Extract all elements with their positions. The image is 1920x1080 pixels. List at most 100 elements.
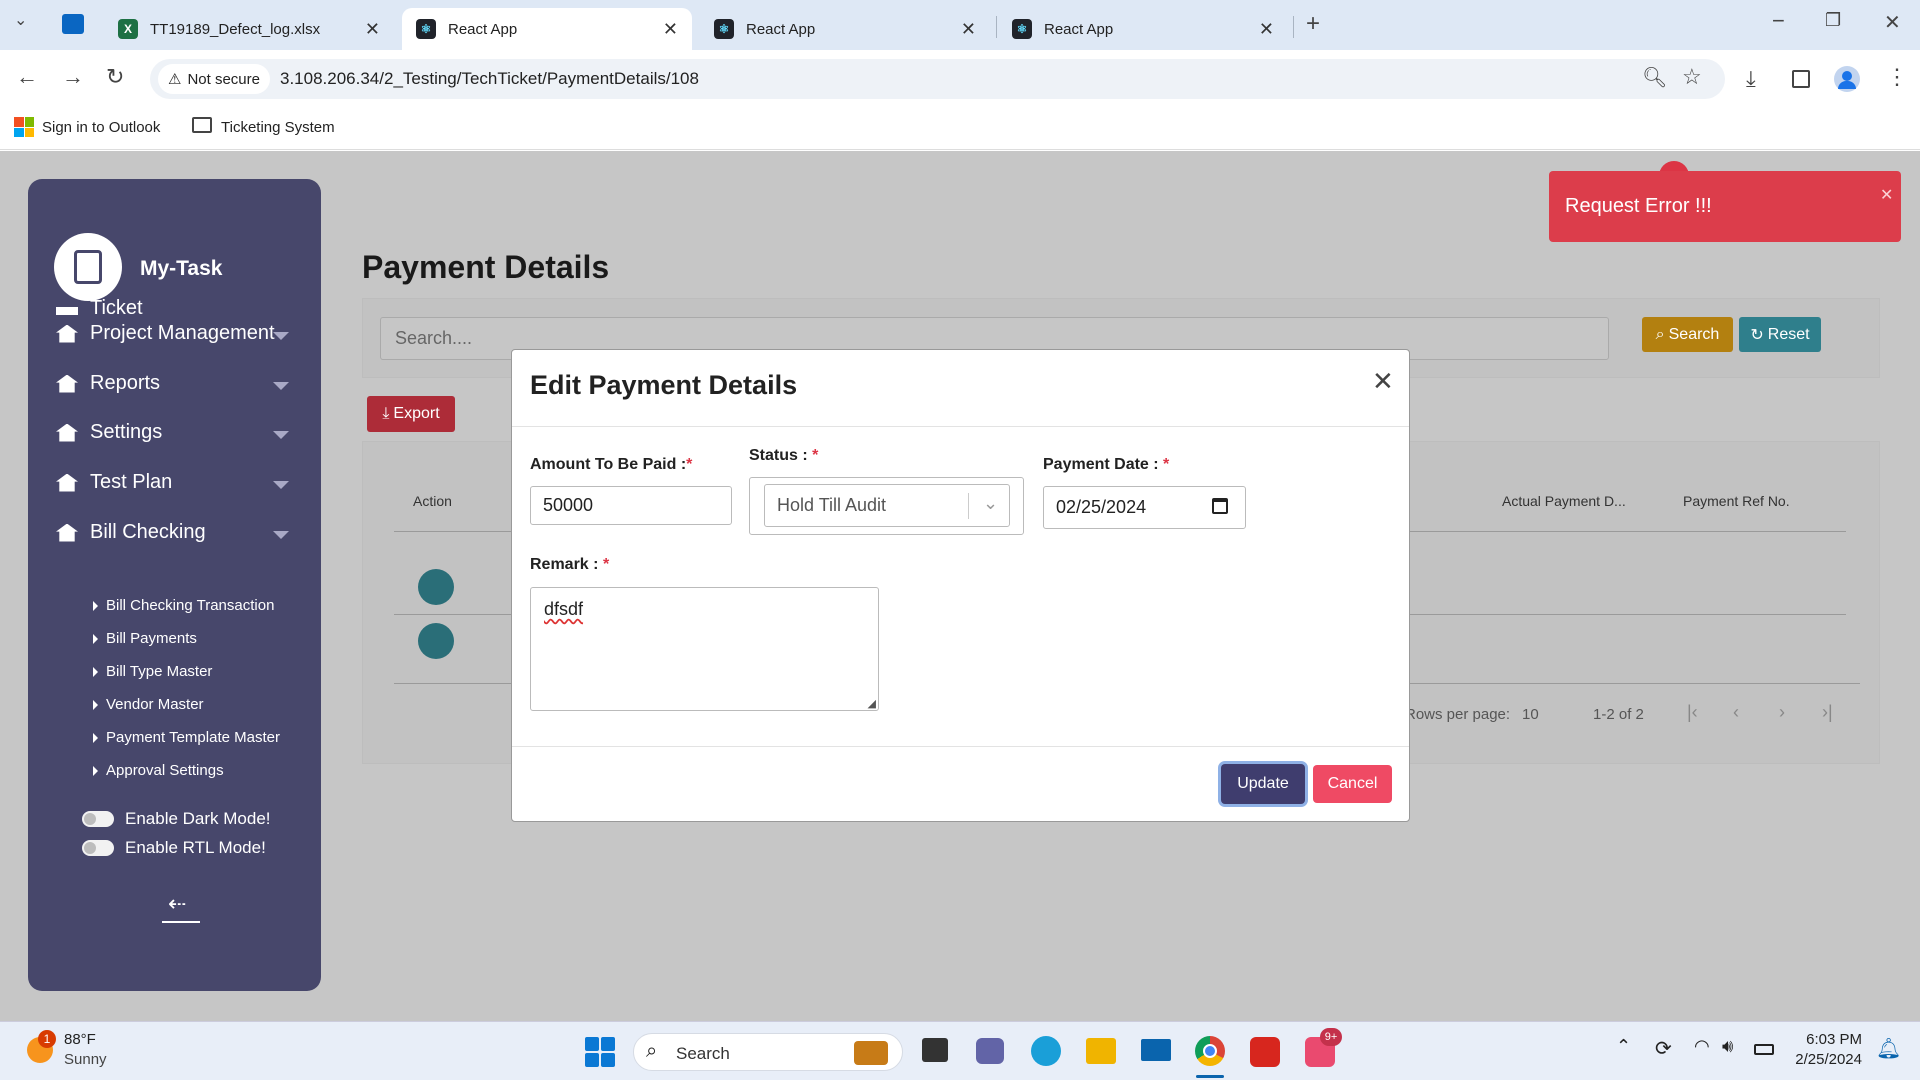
chevron-down-icon [273, 531, 289, 539]
edge-icon[interactable] [1031, 1036, 1061, 1066]
windows-taskbar: 1 88°F Sunny ⌕ Search 9+ ⌃ ⟳ ◠ 🔊︎ 6:03 P… [0, 1021, 1920, 1080]
tab-react-app-2[interactable]: ⚛ React App ✕ [700, 8, 990, 50]
reload-icon[interactable]: ↻ [106, 64, 124, 90]
windows-start-icon[interactable] [585, 1037, 615, 1067]
minimize-icon[interactable]: − [1772, 8, 1785, 34]
toast-close-icon[interactable]: ✕ [1880, 185, 1893, 205]
subitem-vendor-master[interactable]: Vendor Master [93, 696, 204, 713]
sidebar-item-bill-checking[interactable]: Bill Checking [56, 521, 206, 544]
tab-close-icon[interactable]: ✕ [365, 19, 380, 40]
tab-title: TT19189_Defect_log.xlsx [150, 20, 321, 38]
taskbar-search-label: Search [676, 1044, 730, 1063]
clock-date[interactable]: 2/25/2024 [1788, 1051, 1862, 1068]
bookmark-ticketing[interactable]: Ticketing System [221, 119, 335, 136]
subitem-approval-settings[interactable]: Approval Settings [93, 762, 224, 779]
edit-row-icon[interactable] [418, 623, 454, 659]
restore-icon[interactable]: ❐ [1825, 10, 1841, 31]
react-icon: ⚛ [1012, 19, 1032, 39]
sidebar-item-ticket[interactable]: Ticket [56, 297, 143, 315]
resize-handle-icon[interactable]: ◢ [868, 697, 876, 710]
sidebar-item-project-management[interactable]: Project Management [56, 322, 275, 345]
task-view-icon[interactable] [922, 1038, 948, 1062]
cancel-button[interactable]: Cancel [1313, 765, 1392, 803]
edit-row-icon[interactable] [418, 569, 454, 605]
payment-date-value: 02/25/2024 [1056, 497, 1147, 517]
tab-title: React App [448, 20, 518, 38]
forward-icon[interactable]: → [62, 64, 84, 90]
subitem-bill-payments[interactable]: Bill Payments [93, 630, 197, 647]
bookmark-outlook[interactable]: Sign in to Outlook [42, 119, 160, 136]
wps-office-icon[interactable] [1250, 1037, 1280, 1067]
brand-logo [54, 233, 122, 301]
calendar-icon[interactable] [1212, 498, 1228, 514]
warning-icon: ⚠ [168, 71, 182, 88]
url-text: 3.108.206.34/2_Testing/TechTicket/Paymen… [280, 69, 699, 88]
teams-chat-icon[interactable] [976, 1038, 1004, 1064]
address-bar[interactable]: ⚠ Not secure 3.108.206.34/2_Testing/Tech… [150, 59, 1725, 99]
back-icon[interactable]: ← [16, 64, 38, 90]
chevron-down-icon [273, 431, 289, 439]
home-icon [56, 374, 78, 393]
dark-mode-toggle[interactable] [82, 811, 114, 827]
clock-time[interactable]: 6:03 PM [1796, 1031, 1862, 1048]
rtl-mode-toggle[interactable] [82, 840, 114, 856]
modal-close-icon[interactable]: ✕ [1372, 366, 1394, 397]
search-button[interactable]: ⌕ Search [1642, 317, 1733, 352]
status-select[interactable]: Hold Till Audit ⌄ [764, 484, 1010, 527]
react-icon: ⚛ [714, 19, 734, 39]
remark-textarea[interactable]: dfsdf ◢ [530, 587, 879, 711]
amount-input[interactable]: 50000 [530, 486, 732, 525]
taskbar-search[interactable]: ⌕ Search [633, 1033, 903, 1071]
sidebar: My-Task Ticket Project Management Report… [28, 179, 321, 991]
subitem-payment-template-master[interactable]: Payment Template Master [93, 729, 280, 746]
menu-kebab-icon[interactable]: ⋮ [1886, 64, 1908, 90]
reset-button-label: Reset [1767, 325, 1810, 343]
tab-react-app-active[interactable]: ⚛ React App ✕ [402, 8, 692, 50]
volume-icon[interactable]: 🔊︎ [1722, 1036, 1733, 1057]
zoom-icon[interactable]: 🔍︎ [1642, 65, 1667, 90]
notification-bell-icon[interactable]: 🔔︎ [1876, 1036, 1901, 1061]
battery-icon[interactable] [1754, 1044, 1774, 1055]
new-tab-icon[interactable]: + [1306, 10, 1320, 38]
prev-page-icon[interactable]: ‹ [1733, 702, 1739, 723]
search-icon: ⌕ [1655, 325, 1665, 343]
sidebar-item-test-plan[interactable]: Test Plan [56, 471, 172, 494]
subitem-bill-checking-transaction[interactable]: Bill Checking Transaction [93, 597, 274, 614]
tab-search-chevron-icon[interactable]: ⌄ [14, 10, 27, 30]
reset-button[interactable]: ↻ Reset [1739, 317, 1821, 352]
chrome-icon[interactable] [1195, 1036, 1225, 1066]
briefcase-icon [854, 1041, 888, 1065]
profile-avatar-icon[interactable] [1834, 66, 1860, 92]
collapse-sidebar-icon[interactable]: ⇠ [168, 891, 186, 917]
next-page-icon[interactable]: › [1779, 702, 1785, 723]
tab-react-app-3[interactable]: ⚛ React App ✕ [998, 8, 1288, 50]
security-chip[interactable]: ⚠ Not secure [158, 64, 270, 94]
tab-close-icon[interactable]: ✕ [961, 19, 976, 40]
update-button[interactable]: Update [1221, 764, 1305, 804]
window-close-icon[interactable]: ✕ [1884, 10, 1901, 35]
wifi-icon[interactable]: ◠ [1694, 1036, 1710, 1057]
outlook-tab-icon[interactable] [62, 14, 84, 34]
mail-icon[interactable] [1141, 1039, 1171, 1061]
teams-badge: 9+ [1320, 1028, 1342, 1046]
home-icon [56, 523, 78, 542]
last-page-icon[interactable]: ›| [1822, 702, 1833, 723]
rows-per-page-select[interactable]: 10 [1522, 706, 1539, 723]
col-header-actual-payment: Actual Payment D... [1502, 493, 1626, 509]
file-explorer-icon[interactable] [1086, 1038, 1116, 1064]
tab-close-icon[interactable]: ✕ [1259, 19, 1274, 40]
security-label: Not secure [187, 70, 260, 88]
tab-close-icon[interactable]: ✕ [663, 19, 678, 40]
bookmark-star-icon[interactable]: ☆ [1682, 64, 1702, 90]
export-button[interactable]: ⤓ Export [367, 396, 455, 432]
payment-date-input[interactable]: 02/25/2024 [1043, 486, 1246, 529]
sidebar-item-settings[interactable]: Settings [56, 421, 162, 444]
tab-excel[interactable]: X TT19189_Defect_log.xlsx ✕ [104, 8, 394, 50]
side-panel-icon[interactable] [1792, 70, 1810, 88]
sidebar-item-reports[interactable]: Reports [56, 372, 160, 395]
sync-icon[interactable]: ⟳ [1655, 1036, 1672, 1061]
chevron-up-icon[interactable]: ⌃ [1616, 1036, 1631, 1057]
first-page-icon[interactable]: |‹ [1687, 702, 1698, 723]
download-icon[interactable]: ⤓ [1746, 66, 1756, 92]
subitem-bill-type-master[interactable]: Bill Type Master [93, 663, 212, 680]
